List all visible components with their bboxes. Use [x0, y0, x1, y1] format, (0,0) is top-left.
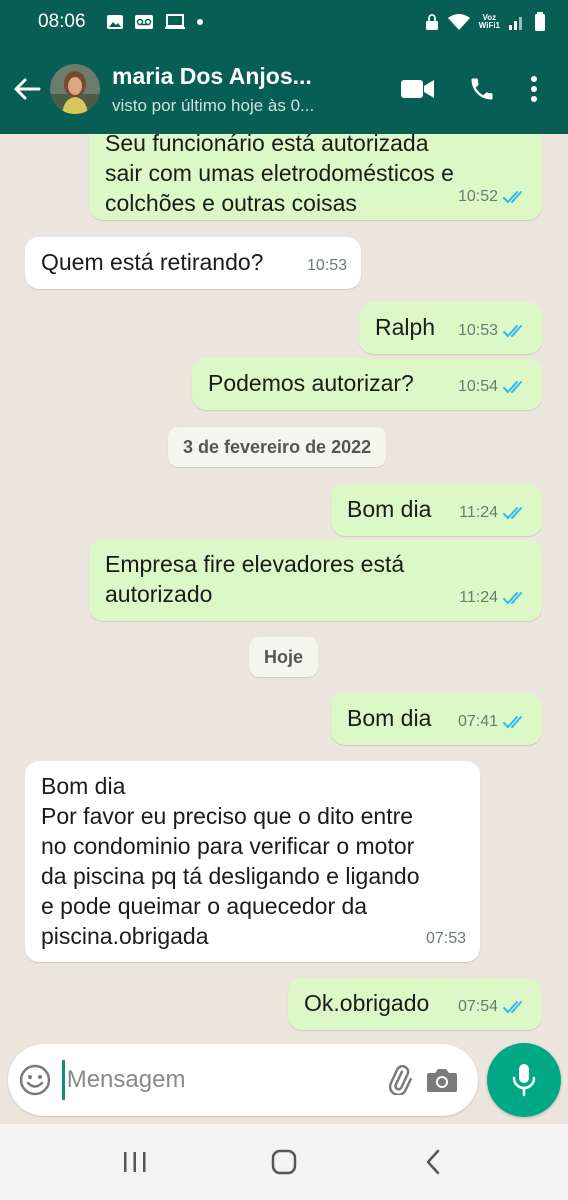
message-input[interactable]	[61, 1060, 377, 1100]
message-bubble-outgoing[interactable]: Empresa fire elevadores está autorizado …	[89, 539, 542, 621]
message-time: 07:41	[457, 713, 498, 730]
system-navigation-bar	[0, 1124, 568, 1200]
message-time: 07:54	[457, 998, 498, 1015]
message-bubble-incoming[interactable]: Bom dia Por favor eu preciso que o dito …	[25, 761, 480, 962]
video-call-button[interactable]	[386, 59, 450, 119]
chevron-left-icon	[427, 1149, 440, 1175]
message-time: 10:54	[457, 378, 498, 395]
message-bubble-outgoing[interactable]: Bom dia 11:24	[331, 484, 542, 536]
double-check-read-icon	[502, 999, 528, 1015]
back-nav-button[interactable]	[393, 1132, 473, 1192]
message-time: 10:52	[457, 188, 498, 205]
laptop-icon	[164, 14, 186, 30]
gallery-icon	[106, 14, 124, 30]
message-time: 07:53	[425, 930, 466, 947]
wifi-icon	[447, 13, 471, 31]
contact-info[interactable]: maria Dos Anjos... visto por último hoje…	[112, 63, 362, 116]
double-check-read-icon	[502, 189, 528, 205]
date-separator: 3 de fevereiro de 2022	[168, 427, 387, 467]
message-bubble-incoming[interactable]: Quem está retirando? 10:53	[25, 237, 361, 289]
camera-button[interactable]	[420, 1044, 464, 1116]
recent-apps-button[interactable]	[95, 1132, 175, 1192]
message-time: 10:53	[457, 322, 498, 339]
home-icon	[271, 1149, 297, 1175]
paperclip-icon	[388, 1065, 412, 1095]
back-button[interactable]	[2, 44, 52, 134]
double-check-read-icon	[502, 505, 528, 521]
status-time: 08:06	[38, 11, 86, 32]
message-bubble-outgoing[interactable]: Seu funcionário está autorizada sair com…	[89, 134, 542, 220]
signal-icon	[508, 13, 526, 31]
phone-icon	[471, 78, 493, 100]
voz-wifi-label: Voz WiFi1	[478, 13, 500, 30]
attach-button[interactable]	[377, 1044, 421, 1116]
message-bubble-outgoing[interactable]: Ok.obrigado 07:54	[288, 978, 542, 1030]
emoji-button[interactable]	[8, 1044, 62, 1116]
message-bubble-outgoing[interactable]: Ralph 10:53	[359, 302, 542, 354]
contact-name: maria Dos Anjos...	[112, 62, 312, 89]
message-bubble-outgoing[interactable]: Bom dia 07:41	[331, 693, 542, 745]
more-options-button[interactable]	[514, 59, 554, 119]
camera-icon	[427, 1069, 458, 1092]
message-time: 10:53	[306, 257, 347, 274]
date-separator: Hoje	[249, 637, 319, 677]
status-bar: 08:06 Voz WiFi1	[0, 0, 568, 44]
emoji-icon	[19, 1064, 51, 1096]
chat-header: maria Dos Anjos... visto por último hoje…	[0, 44, 568, 134]
last-seen: visto por último hoje às 0...	[112, 95, 315, 115]
battery-icon	[534, 12, 546, 32]
message-text: Quem está retirando?	[41, 249, 264, 275]
message-bubble-outgoing[interactable]: Podemos autorizar? 10:54	[192, 358, 542, 410]
contact-avatar[interactable]	[50, 64, 100, 114]
voice-call-button[interactable]	[450, 59, 514, 119]
voice-message-button[interactable]	[487, 1043, 561, 1117]
message-time: 11:24	[459, 589, 498, 606]
double-check-read-icon	[502, 714, 528, 730]
message-composer	[8, 1044, 478, 1116]
microphone-icon	[512, 1064, 536, 1097]
message-time: 11:24	[459, 504, 498, 521]
home-button[interactable]	[244, 1132, 324, 1192]
more-vert-icon	[531, 76, 537, 102]
message-list[interactable]: Seu funcionário está autorizada sair com…	[0, 134, 568, 1044]
video-camera-icon	[401, 80, 434, 98]
double-check-read-icon	[502, 590, 528, 606]
alarm-lock-icon	[425, 13, 439, 31]
double-check-read-icon	[502, 379, 528, 395]
notification-dot-icon	[196, 18, 204, 26]
voicemail-icon	[134, 14, 154, 30]
double-check-read-icon	[502, 323, 528, 339]
message-text: Bom dia Por favor eu preciso que o dito …	[41, 773, 420, 949]
arrow-back-icon	[14, 78, 41, 100]
recent-apps-icon	[123, 1152, 146, 1172]
